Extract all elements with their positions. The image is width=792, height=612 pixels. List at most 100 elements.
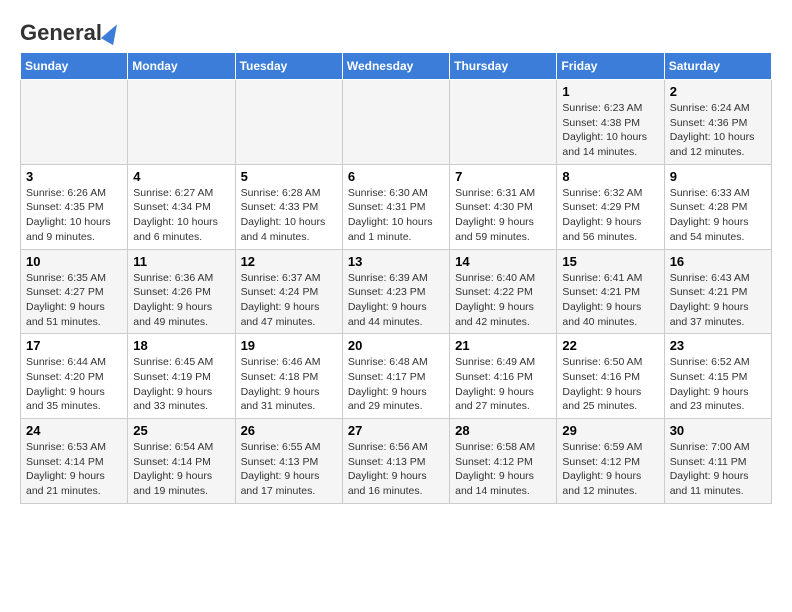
calendar-cell: 1 Sunrise: 6:23 AM Sunset: 4:38 PM Daylig… (557, 80, 664, 165)
day-info: Sunrise: 6:30 AM Sunset: 4:31 PM Dayligh… (348, 186, 444, 245)
day-number: 18 (133, 338, 229, 353)
day-info: Sunrise: 6:46 AM Sunset: 4:18 PM Dayligh… (241, 355, 337, 414)
calendar-cell: 6 Sunrise: 6:30 AM Sunset: 4:31 PM Daylig… (342, 164, 449, 249)
day-info: Sunrise: 6:43 AM Sunset: 4:21 PM Dayligh… (670, 271, 766, 330)
logo-icon (101, 21, 123, 45)
weekday-header-friday: Friday (557, 53, 664, 80)
logo: General (20, 20, 119, 42)
calendar-cell: 20 Sunrise: 6:48 AM Sunset: 4:17 PM Dayli… (342, 334, 449, 419)
day-info: Sunrise: 6:23 AM Sunset: 4:38 PM Dayligh… (562, 101, 658, 160)
calendar-cell: 27Sunrise: 6:56 AM Sunset: 4:13 PM Dayli… (342, 419, 449, 504)
calendar-cell: 14 Sunrise: 6:40 AM Sunset: 4:22 PM Dayli… (450, 249, 557, 334)
weekday-header-tuesday: Tuesday (235, 53, 342, 80)
calendar-cell: 13 Sunrise: 6:39 AM Sunset: 4:23 PM Dayli… (342, 249, 449, 334)
day-number: 16 (670, 254, 766, 269)
calendar-cell: 17 Sunrise: 6:44 AM Sunset: 4:20 PM Dayli… (21, 334, 128, 419)
day-info: Sunrise: 6:27 AM Sunset: 4:34 PM Dayligh… (133, 186, 229, 245)
calendar-cell: 3 Sunrise: 6:26 AM Sunset: 4:35 PM Daylig… (21, 164, 128, 249)
day-number: 6 (348, 169, 444, 184)
day-number: 10 (26, 254, 122, 269)
day-number: 2 (670, 84, 766, 99)
week-row-5: 24 Sunrise: 6:53 AM Sunset: 4:14 PM Dayli… (21, 419, 772, 504)
day-info: Sunrise: 6:32 AM Sunset: 4:29 PM Dayligh… (562, 186, 658, 245)
calendar-cell: 9Sunrise: 6:33 AM Sunset: 4:28 PM Daylig… (664, 164, 771, 249)
day-number: 14 (455, 254, 551, 269)
day-number: 5 (241, 169, 337, 184)
calendar-cell: 12 Sunrise: 6:37 AM Sunset: 4:24 PM Dayli… (235, 249, 342, 334)
calendar-cell: 15 Sunrise: 6:41 AM Sunset: 4:21 PM Dayli… (557, 249, 664, 334)
day-info: Sunrise: 6:31 AM Sunset: 4:30 PM Dayligh… (455, 186, 551, 245)
calendar-cell (21, 80, 128, 165)
day-info: Sunrise: 6:44 AM Sunset: 4:20 PM Dayligh… (26, 355, 122, 414)
day-number: 21 (455, 338, 551, 353)
logo-general: General (20, 20, 102, 46)
weekday-header-monday: Monday (128, 53, 235, 80)
calendar-cell: 21 Sunrise: 6:49 AM Sunset: 4:16 PM Dayli… (450, 334, 557, 419)
calendar-cell: 28 Sunrise: 6:58 AM Sunset: 4:12 PM Dayli… (450, 419, 557, 504)
day-info: Sunrise: 6:55 AM Sunset: 4:13 PM Dayligh… (241, 440, 337, 499)
day-number: 28 (455, 423, 551, 438)
day-number: 24 (26, 423, 122, 438)
day-info: Sunrise: 6:24 AM Sunset: 4:36 PM Dayligh… (670, 101, 766, 160)
day-number: 1 (562, 84, 658, 99)
day-number: 20 (348, 338, 444, 353)
calendar-cell (342, 80, 449, 165)
calendar-cell: 19 Sunrise: 6:46 AM Sunset: 4:18 PM Dayli… (235, 334, 342, 419)
day-info: Sunrise: 6:59 AM Sunset: 4:12 PM Dayligh… (562, 440, 658, 499)
day-number: 17 (26, 338, 122, 353)
day-info: Sunrise: 6:28 AM Sunset: 4:33 PM Dayligh… (241, 186, 337, 245)
day-number: 30 (670, 423, 766, 438)
calendar-cell: 8 Sunrise: 6:32 AM Sunset: 4:29 PM Daylig… (557, 164, 664, 249)
day-number: 4 (133, 169, 229, 184)
day-info: Sunrise: 6:45 AM Sunset: 4:19 PM Dayligh… (133, 355, 229, 414)
weekday-header-saturday: Saturday (664, 53, 771, 80)
day-info: Sunrise: 6:52 AM Sunset: 4:15 PM Dayligh… (670, 355, 766, 414)
calendar-cell: 24 Sunrise: 6:53 AM Sunset: 4:14 PM Dayli… (21, 419, 128, 504)
day-info: Sunrise: 6:49 AM Sunset: 4:16 PM Dayligh… (455, 355, 551, 414)
day-info: Sunrise: 6:33 AM Sunset: 4:28 PM Dayligh… (670, 186, 766, 245)
day-number: 8 (562, 169, 658, 184)
calendar-cell: 29 Sunrise: 6:59 AM Sunset: 4:12 PM Dayli… (557, 419, 664, 504)
day-info: Sunrise: 6:53 AM Sunset: 4:14 PM Dayligh… (26, 440, 122, 499)
day-number: 15 (562, 254, 658, 269)
calendar-cell: 10Sunrise: 6:35 AM Sunset: 4:27 PM Dayli… (21, 249, 128, 334)
page-header: General (20, 20, 772, 42)
day-info: Sunrise: 6:36 AM Sunset: 4:26 PM Dayligh… (133, 271, 229, 330)
day-info: Sunrise: 6:26 AM Sunset: 4:35 PM Dayligh… (26, 186, 122, 245)
week-row-3: 10Sunrise: 6:35 AM Sunset: 4:27 PM Dayli… (21, 249, 772, 334)
day-info: Sunrise: 6:41 AM Sunset: 4:21 PM Dayligh… (562, 271, 658, 330)
calendar-cell (450, 80, 557, 165)
day-number: 13 (348, 254, 444, 269)
day-info: Sunrise: 6:48 AM Sunset: 4:17 PM Dayligh… (348, 355, 444, 414)
day-info: Sunrise: 6:58 AM Sunset: 4:12 PM Dayligh… (455, 440, 551, 499)
weekday-header-sunday: Sunday (21, 53, 128, 80)
calendar-cell: 22 Sunrise: 6:50 AM Sunset: 4:16 PM Dayli… (557, 334, 664, 419)
day-number: 19 (241, 338, 337, 353)
day-number: 23 (670, 338, 766, 353)
calendar-cell: 30 Sunrise: 7:00 AM Sunset: 4:11 PM Dayli… (664, 419, 771, 504)
day-number: 22 (562, 338, 658, 353)
day-info: Sunrise: 6:50 AM Sunset: 4:16 PM Dayligh… (562, 355, 658, 414)
week-row-1: 1 Sunrise: 6:23 AM Sunset: 4:38 PM Daylig… (21, 80, 772, 165)
week-row-2: 3 Sunrise: 6:26 AM Sunset: 4:35 PM Daylig… (21, 164, 772, 249)
day-number: 11 (133, 254, 229, 269)
calendar-body: 1 Sunrise: 6:23 AM Sunset: 4:38 PM Daylig… (21, 80, 772, 504)
day-number: 26 (241, 423, 337, 438)
calendar-cell: 25Sunrise: 6:54 AM Sunset: 4:14 PM Dayli… (128, 419, 235, 504)
day-info: Sunrise: 7:00 AM Sunset: 4:11 PM Dayligh… (670, 440, 766, 499)
day-info: Sunrise: 6:39 AM Sunset: 4:23 PM Dayligh… (348, 271, 444, 330)
day-info: Sunrise: 6:56 AM Sunset: 4:13 PM Dayligh… (348, 440, 444, 499)
day-number: 25 (133, 423, 229, 438)
day-info: Sunrise: 6:37 AM Sunset: 4:24 PM Dayligh… (241, 271, 337, 330)
calendar-cell: 11 Sunrise: 6:36 AM Sunset: 4:26 PM Dayli… (128, 249, 235, 334)
calendar-table: SundayMondayTuesdayWednesdayThursdayFrid… (20, 52, 772, 504)
calendar-cell: 23 Sunrise: 6:52 AM Sunset: 4:15 PM Dayli… (664, 334, 771, 419)
calendar-cell: 4 Sunrise: 6:27 AM Sunset: 4:34 PM Daylig… (128, 164, 235, 249)
weekday-header-row: SundayMondayTuesdayWednesdayThursdayFrid… (21, 53, 772, 80)
day-number: 3 (26, 169, 122, 184)
day-info: Sunrise: 6:40 AM Sunset: 4:22 PM Dayligh… (455, 271, 551, 330)
calendar-cell: 26 Sunrise: 6:55 AM Sunset: 4:13 PM Dayli… (235, 419, 342, 504)
day-number: 12 (241, 254, 337, 269)
day-number: 29 (562, 423, 658, 438)
calendar-cell: 5 Sunrise: 6:28 AM Sunset: 4:33 PM Daylig… (235, 164, 342, 249)
